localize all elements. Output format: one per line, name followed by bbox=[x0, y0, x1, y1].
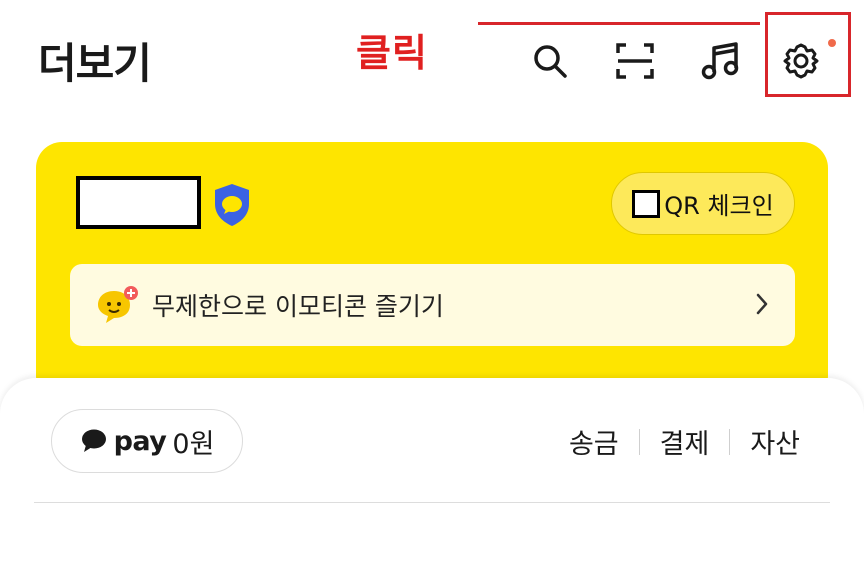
scan-icon bbox=[616, 43, 654, 79]
pay-balance-button[interactable]: pay 0원 bbox=[51, 409, 243, 473]
page-title: 더보기 bbox=[38, 39, 152, 88]
emoticon-banner-label: 무제한으로 이모티콘 즐기기 bbox=[152, 292, 444, 321]
click-annotation: 클릭 bbox=[356, 31, 428, 75]
speech-bubble-icon bbox=[81, 429, 106, 452]
qr-icon bbox=[632, 189, 661, 218]
chevron-right-icon bbox=[756, 293, 768, 315]
search-icon bbox=[534, 45, 567, 78]
scan-button[interactable] bbox=[612, 38, 658, 84]
annotation-line bbox=[478, 22, 760, 25]
divider bbox=[34, 502, 830, 503]
pay-brand: pay bbox=[113, 425, 167, 457]
music-button[interactable] bbox=[698, 38, 744, 84]
profile-card: QR 체크인 무제한으로 이모티콘 즐기기 bbox=[36, 142, 828, 402]
send-money-button[interactable]: 송금 bbox=[549, 422, 639, 461]
search-button[interactable] bbox=[527, 38, 573, 84]
emoticon-icon bbox=[96, 285, 138, 325]
qr-checkin-button[interactable]: QR 체크인 bbox=[611, 172, 795, 235]
music-icon bbox=[701, 42, 739, 80]
pay-section: pay 0원 송금 결제 자산 bbox=[0, 378, 864, 578]
payment-button[interactable]: 결제 bbox=[640, 422, 730, 461]
pay-actions: 송금 결제 자산 bbox=[549, 422, 800, 461]
settings-highlight-box bbox=[765, 12, 851, 97]
pay-amount: 0원 bbox=[172, 428, 215, 460]
redacted-name bbox=[76, 176, 201, 229]
qr-checkin-label: QR 체크인 bbox=[664, 192, 774, 220]
shield-icon bbox=[215, 184, 249, 226]
emoticon-banner[interactable]: 무제한으로 이모티콘 즐기기 bbox=[70, 264, 795, 346]
assets-button[interactable]: 자산 bbox=[730, 422, 800, 461]
